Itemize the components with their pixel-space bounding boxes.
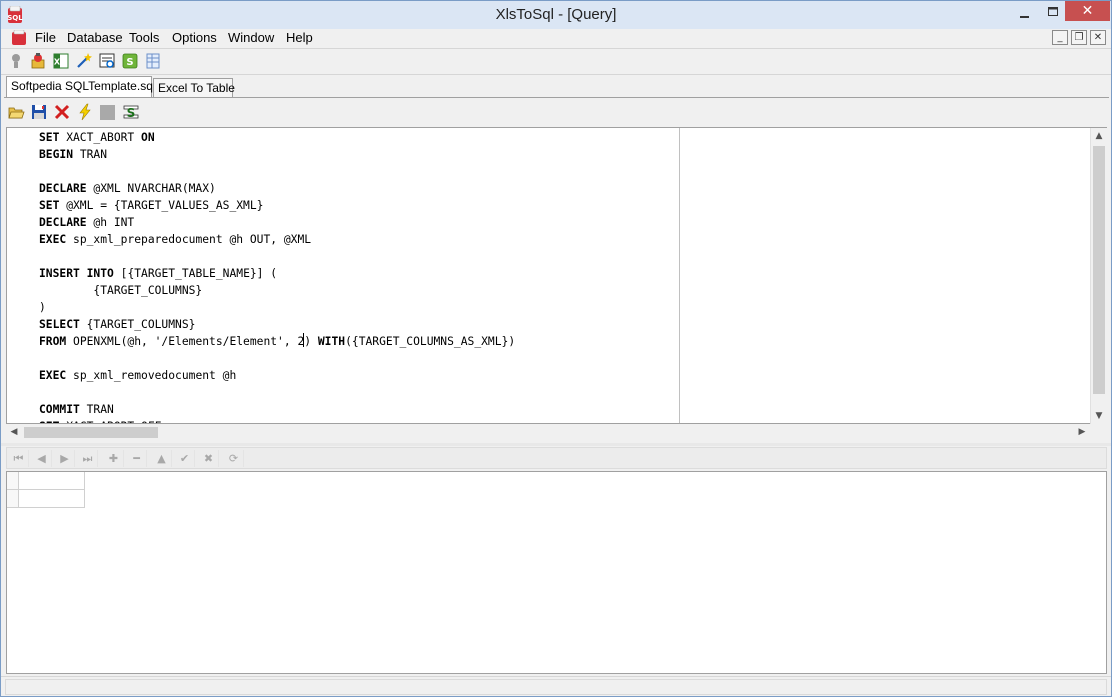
prior-record-icon[interactable]: ◀: [32, 450, 52, 467]
maximize-button[interactable]: [1041, 3, 1065, 25]
app-logo-icon: [12, 30, 26, 45]
menu-options[interactable]: Options: [172, 30, 217, 45]
document-tabs: Softpedia SQLTemplate.sql Excel To Table: [1, 76, 1111, 98]
record-navigator: ⏮ ◀ ▶ ⏭ ✚ ━ ▲ ✔ ✖ ⟳: [6, 447, 1107, 469]
menu-database[interactable]: Database: [67, 30, 123, 45]
svg-text:S: S: [126, 57, 133, 68]
script-icon[interactable]: S: [122, 103, 140, 121]
mdi-close-button[interactable]: ✕: [1090, 30, 1106, 45]
excel-icon[interactable]: X: [52, 52, 70, 70]
code-line[interactable]: BEGIN TRAN: [39, 146, 515, 163]
tab-excel-to-table[interactable]: Excel To Table: [153, 78, 235, 98]
code-line[interactable]: SET XACT_ABORT ON: [39, 129, 515, 146]
minimize-button[interactable]: [1013, 3, 1037, 25]
scroll-left-icon[interactable]: ◀: [6, 424, 22, 441]
post-edit-icon[interactable]: ✔: [175, 450, 195, 467]
code-line[interactable]: [39, 384, 515, 401]
open-folder-icon[interactable]: [7, 103, 25, 121]
code-line[interactable]: [39, 350, 515, 367]
code-line[interactable]: EXEC sp_xml_removedocument @h: [39, 367, 515, 384]
code-line[interactable]: DECLARE @h INT: [39, 214, 515, 231]
cancel-edit-icon[interactable]: ✖: [199, 450, 219, 467]
editor-gutter: [7, 128, 35, 423]
maximize-icon: [1048, 7, 1058, 16]
scroll-thumb[interactable]: [1093, 146, 1105, 394]
menu-separator: [1, 48, 1111, 49]
code-line[interactable]: [39, 163, 515, 180]
code-line[interactable]: COMMIT TRAN: [39, 401, 515, 418]
code-line[interactable]: SET @XML = {TARGET_VALUES_AS_XML}: [39, 197, 515, 214]
stop-icon[interactable]: [99, 103, 117, 121]
code-line[interactable]: INSERT INTO [{TARGET_TABLE_NAME}] (: [39, 265, 515, 282]
svg-text:S: S: [127, 106, 136, 120]
save-icon[interactable]: [30, 103, 48, 121]
mdi-restore-button[interactable]: ❐: [1071, 30, 1087, 45]
close-icon: ✕: [1081, 3, 1094, 19]
code-line[interactable]: {TARGET_COLUMNS}: [39, 282, 515, 299]
grid-column-header[interactable]: [19, 472, 85, 490]
mdi-minimize-button[interactable]: _: [1052, 30, 1068, 45]
refresh-icon[interactable]: S: [121, 52, 139, 70]
menu-file[interactable]: File: [35, 30, 56, 45]
code-line[interactable]: DECLARE @XML NVARCHAR(MAX): [39, 180, 515, 197]
svg-text:X: X: [54, 58, 61, 67]
scroll-right-icon[interactable]: ▶: [1074, 424, 1090, 441]
menu-bar: File Database Tools Options Window Help …: [1, 29, 1111, 48]
menu-window[interactable]: Window: [228, 30, 274, 45]
connection-wizard-icon[interactable]: [29, 52, 47, 70]
last-record-icon[interactable]: ⏭: [78, 450, 98, 467]
status-bar: [1, 676, 1111, 696]
pane-splitter[interactable]: [1, 443, 1111, 446]
text-caret: [303, 333, 304, 347]
app-window: SQL XlsToSql - [Query] ✕ File Database T…: [0, 0, 1112, 697]
grid-cell[interactable]: [19, 490, 85, 508]
status-text: [5, 679, 1107, 695]
results-grid[interactable]: [6, 471, 1107, 674]
insert-record-icon[interactable]: ✚: [104, 450, 124, 467]
sql-code[interactable]: SET XACT_ABORT ON BEGIN TRAN DECLARE @XML…: [39, 129, 515, 423]
delete-record-icon[interactable]: ━: [127, 450, 147, 467]
next-record-icon[interactable]: ▶: [55, 450, 75, 467]
delete-icon[interactable]: [53, 103, 71, 121]
table-view-icon[interactable]: [144, 52, 162, 70]
grid-corner: [7, 472, 19, 490]
code-line[interactable]: SELECT {TARGET_COLUMNS}: [39, 316, 515, 333]
wand-icon[interactable]: [75, 52, 93, 70]
code-line[interactable]: ): [39, 299, 515, 316]
query-tool-icon[interactable]: [98, 52, 116, 70]
sql-editor[interactable]: SET XACT_ABORT ON BEGIN TRAN DECLARE @XML…: [6, 127, 1107, 424]
scroll-down-icon[interactable]: ▼: [1091, 408, 1107, 424]
close-button[interactable]: ✕: [1065, 1, 1110, 21]
editor-vertical-scrollbar[interactable]: ▲ ▼: [1090, 128, 1107, 424]
code-line[interactable]: EXEC sp_xml_preparedocument @h OUT, @XML: [39, 231, 515, 248]
grid-row-indicator[interactable]: [7, 490, 19, 508]
code-line[interactable]: FROM OPENXML(@h, '/Elements/Element', 2)…: [39, 333, 515, 350]
code-line[interactable]: [39, 248, 515, 265]
minimize-icon: [1020, 16, 1029, 18]
scroll-up-icon[interactable]: ▲: [1091, 128, 1107, 144]
tab-panel-border: [4, 97, 1109, 98]
title-bar[interactable]: SQL XlsToSql - [Query] ✕: [1, 1, 1111, 29]
connect-icon[interactable]: [7, 52, 25, 70]
editor-toolbar: S: [1, 101, 1111, 125]
edit-record-icon[interactable]: ▲: [152, 450, 172, 467]
scroll-thumb[interactable]: [24, 427, 158, 438]
editor-horizontal-scrollbar[interactable]: ◀ ▶: [6, 424, 1090, 441]
toolbar-separator: [1, 74, 1111, 75]
first-record-icon[interactable]: ⏮: [9, 450, 29, 467]
execute-icon[interactable]: [76, 103, 94, 121]
main-toolbar: X S: [1, 50, 1111, 72]
menu-help[interactable]: Help: [286, 30, 313, 45]
window-title: XlsToSql - [Query]: [495, 6, 617, 23]
tab-softpedia-sqltemplate[interactable]: Softpedia SQLTemplate.sql: [6, 76, 156, 98]
right-margin-line: [679, 128, 680, 423]
refresh-data-icon[interactable]: ⟳: [224, 450, 244, 467]
menu-tools[interactable]: Tools: [129, 30, 159, 45]
